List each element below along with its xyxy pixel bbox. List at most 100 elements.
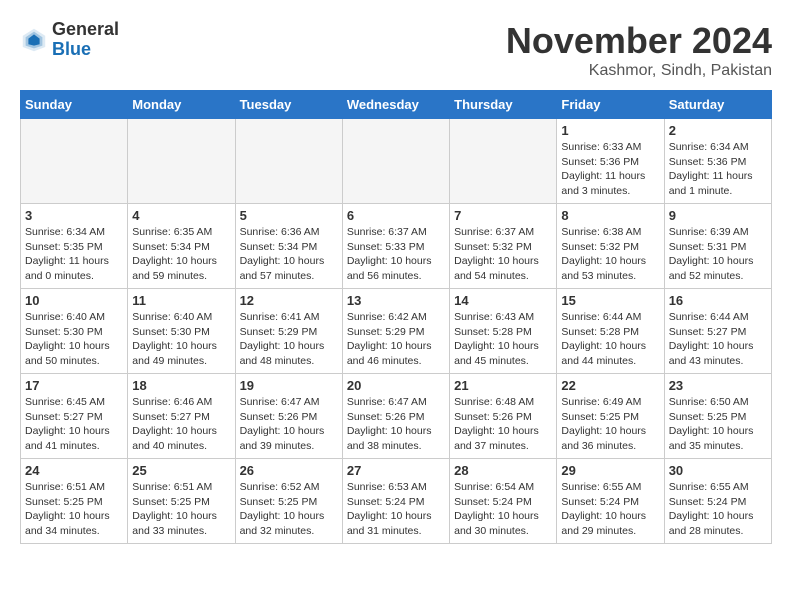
day-number: 9 <box>669 208 767 223</box>
calendar-cell: 9 Sunrise: 6:39 AMSunset: 5:31 PMDaylight… <box>664 204 771 289</box>
day-info: Sunrise: 6:33 AMSunset: 5:36 PMDaylight:… <box>561 140 659 199</box>
day-number: 16 <box>669 293 767 308</box>
day-info: Sunrise: 6:38 AMSunset: 5:32 PMDaylight:… <box>561 225 659 284</box>
day-number: 10 <box>25 293 123 308</box>
day-number: 15 <box>561 293 659 308</box>
day-number: 22 <box>561 378 659 393</box>
calendar-cell: 21 Sunrise: 6:48 AMSunset: 5:26 PMDayligh… <box>450 374 557 459</box>
day-number: 3 <box>25 208 123 223</box>
calendar-cell: 13Sunrise: 6:42 AMSunset: 5:29 PMDayligh… <box>342 289 449 374</box>
day-info: Sunrise: 6:48 AMSunset: 5:26 PMDaylight:… <box>454 395 552 454</box>
day-info: Sunrise: 6:51 AMSunset: 5:25 PMDaylight:… <box>25 480 123 539</box>
week-row-2: 3 Sunrise: 6:34 AMSunset: 5:35 PMDaylight… <box>21 204 772 289</box>
calendar-cell: 7Sunrise: 6:37 AMSunset: 5:32 PMDaylight… <box>450 204 557 289</box>
day-number: 26 <box>240 463 338 478</box>
day-number: 2 <box>669 123 767 138</box>
day-number: 27 <box>347 463 445 478</box>
calendar-table: SundayMondayTuesdayWednesdayThursdayFrid… <box>20 90 772 544</box>
calendar-cell: 29 Sunrise: 6:55 AMSunset: 5:24 PMDayligh… <box>557 459 664 544</box>
day-info: Sunrise: 6:41 AMSunset: 5:29 PMDaylight:… <box>240 310 338 369</box>
day-number: 18 <box>132 378 230 393</box>
day-info: Sunrise: 6:36 AMSunset: 5:34 PMDaylight:… <box>240 225 338 284</box>
weekday-header-friday: Friday <box>557 91 664 119</box>
calendar-cell: 25 Sunrise: 6:51 AMSunset: 5:25 PMDayligh… <box>128 459 235 544</box>
day-number: 28 <box>454 463 552 478</box>
day-info: Sunrise: 6:46 AMSunset: 5:27 PMDaylight:… <box>132 395 230 454</box>
calendar-cell: 22 Sunrise: 6:49 AMSunset: 5:25 PMDayligh… <box>557 374 664 459</box>
day-info: Sunrise: 6:39 AMSunset: 5:31 PMDaylight:… <box>669 225 767 284</box>
calendar-cell: 27 Sunrise: 6:53 AMSunset: 5:24 PMDayligh… <box>342 459 449 544</box>
calendar-cell: 30Sunrise: 6:55 AMSunset: 5:24 PMDayligh… <box>664 459 771 544</box>
weekday-header-saturday: Saturday <box>664 91 771 119</box>
day-info: Sunrise: 6:54 AMSunset: 5:24 PMDaylight:… <box>454 480 552 539</box>
calendar-cell <box>450 119 557 204</box>
calendar-cell: 12 Sunrise: 6:41 AMSunset: 5:29 PMDayligh… <box>235 289 342 374</box>
day-info: Sunrise: 6:51 AMSunset: 5:25 PMDaylight:… <box>132 480 230 539</box>
weekday-header-tuesday: Tuesday <box>235 91 342 119</box>
day-number: 23 <box>669 378 767 393</box>
title-block: November 2024 Kashmor, Sindh, Pakistan <box>506 20 772 80</box>
calendar-cell: 24 Sunrise: 6:51 AMSunset: 5:25 PMDayligh… <box>21 459 128 544</box>
calendar-cell <box>21 119 128 204</box>
day-number: 19 <box>240 378 338 393</box>
day-info: Sunrise: 6:44 AMSunset: 5:28 PMDaylight:… <box>561 310 659 369</box>
day-info: Sunrise: 6:52 AMSunset: 5:25 PMDaylight:… <box>240 480 338 539</box>
calendar-cell: 23 Sunrise: 6:50 AMSunset: 5:25 PMDayligh… <box>664 374 771 459</box>
day-info: Sunrise: 6:53 AMSunset: 5:24 PMDaylight:… <box>347 480 445 539</box>
week-row-4: 17 Sunrise: 6:45 AMSunset: 5:27 PMDayligh… <box>21 374 772 459</box>
calendar-cell: 1 Sunrise: 6:33 AMSunset: 5:36 PMDaylight… <box>557 119 664 204</box>
weekday-header-sunday: Sunday <box>21 91 128 119</box>
day-info: Sunrise: 6:43 AMSunset: 5:28 PMDaylight:… <box>454 310 552 369</box>
calendar-cell: 28 Sunrise: 6:54 AMSunset: 5:24 PMDayligh… <box>450 459 557 544</box>
weekday-header-row: SundayMondayTuesdayWednesdayThursdayFrid… <box>21 91 772 119</box>
calendar-cell: 18 Sunrise: 6:46 AMSunset: 5:27 PMDayligh… <box>128 374 235 459</box>
day-info: Sunrise: 6:37 AMSunset: 5:33 PMDaylight:… <box>347 225 445 284</box>
calendar-cell <box>235 119 342 204</box>
day-info: Sunrise: 6:44 AMSunset: 5:27 PMDaylight:… <box>669 310 767 369</box>
day-number: 1 <box>561 123 659 138</box>
calendar-cell: 5 Sunrise: 6:36 AMSunset: 5:34 PMDaylight… <box>235 204 342 289</box>
day-number: 8 <box>561 208 659 223</box>
day-number: 11 <box>132 293 230 308</box>
calendar-cell <box>128 119 235 204</box>
calendar-cell: 19 Sunrise: 6:47 AMSunset: 5:26 PMDayligh… <box>235 374 342 459</box>
calendar-cell: 11 Sunrise: 6:40 AMSunset: 5:30 PMDayligh… <box>128 289 235 374</box>
calendar-cell: 20Sunrise: 6:47 AMSunset: 5:26 PMDayligh… <box>342 374 449 459</box>
day-number: 20 <box>347 378 445 393</box>
day-info: Sunrise: 6:55 AMSunset: 5:24 PMDaylight:… <box>669 480 767 539</box>
calendar-cell: 2Sunrise: 6:34 AMSunset: 5:36 PMDaylight… <box>664 119 771 204</box>
day-number: 6 <box>347 208 445 223</box>
calendar-cell: 4Sunrise: 6:35 AMSunset: 5:34 PMDaylight… <box>128 204 235 289</box>
month-title: November 2024 <box>506 20 772 62</box>
day-info: Sunrise: 6:40 AMSunset: 5:30 PMDaylight:… <box>132 310 230 369</box>
day-info: Sunrise: 6:47 AMSunset: 5:26 PMDaylight:… <box>240 395 338 454</box>
day-info: Sunrise: 6:50 AMSunset: 5:25 PMDaylight:… <box>669 395 767 454</box>
day-info: Sunrise: 6:49 AMSunset: 5:25 PMDaylight:… <box>561 395 659 454</box>
day-number: 5 <box>240 208 338 223</box>
calendar-cell: 8 Sunrise: 6:38 AMSunset: 5:32 PMDaylight… <box>557 204 664 289</box>
day-number: 21 <box>454 378 552 393</box>
day-number: 29 <box>561 463 659 478</box>
calendar-cell: 26 Sunrise: 6:52 AMSunset: 5:25 PMDayligh… <box>235 459 342 544</box>
day-info: Sunrise: 6:34 AMSunset: 5:35 PMDaylight:… <box>25 225 123 284</box>
day-number: 12 <box>240 293 338 308</box>
day-info: Sunrise: 6:55 AMSunset: 5:24 PMDaylight:… <box>561 480 659 539</box>
day-info: Sunrise: 6:37 AMSunset: 5:32 PMDaylight:… <box>454 225 552 284</box>
day-number: 4 <box>132 208 230 223</box>
weekday-header-thursday: Thursday <box>450 91 557 119</box>
calendar-cell: 14Sunrise: 6:43 AMSunset: 5:28 PMDayligh… <box>450 289 557 374</box>
day-number: 13 <box>347 293 445 308</box>
week-row-3: 10 Sunrise: 6:40 AMSunset: 5:30 PMDayligh… <box>21 289 772 374</box>
calendar-cell: 10 Sunrise: 6:40 AMSunset: 5:30 PMDayligh… <box>21 289 128 374</box>
day-info: Sunrise: 6:45 AMSunset: 5:27 PMDaylight:… <box>25 395 123 454</box>
logo: General Blue <box>20 20 119 60</box>
page-header: General Blue November 2024 Kashmor, Sind… <box>20 20 772 80</box>
day-number: 25 <box>132 463 230 478</box>
logo-text: General Blue <box>52 20 119 60</box>
day-info: Sunrise: 6:40 AMSunset: 5:30 PMDaylight:… <box>25 310 123 369</box>
day-number: 24 <box>25 463 123 478</box>
weekday-header-wednesday: Wednesday <box>342 91 449 119</box>
logo-icon <box>20 26 48 54</box>
day-number: 17 <box>25 378 123 393</box>
calendar-cell: 15 Sunrise: 6:44 AMSunset: 5:28 PMDayligh… <box>557 289 664 374</box>
